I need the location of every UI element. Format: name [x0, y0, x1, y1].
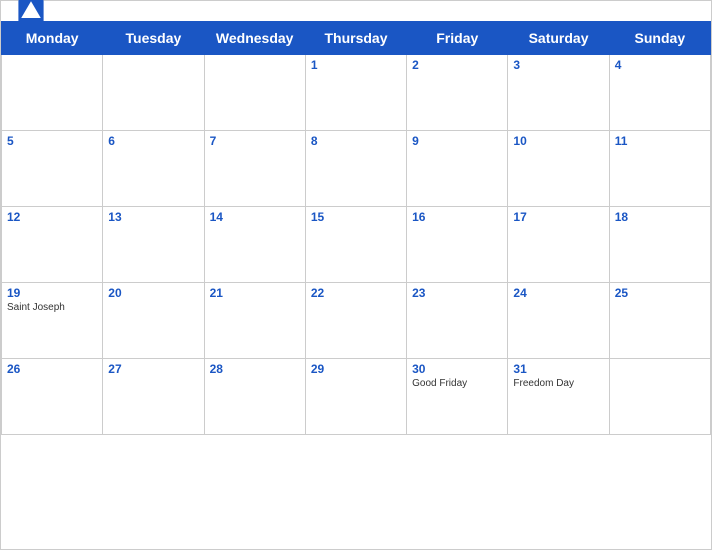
day-number: 14	[210, 210, 300, 224]
week-row-5: 26 27 28 29 30 Good Friday 31 Freedom Day	[2, 359, 711, 435]
day-number: 4	[615, 58, 705, 72]
table-row: 14	[204, 207, 305, 283]
weekday-header-wednesday: Wednesday	[204, 22, 305, 55]
table-row: 12	[2, 207, 103, 283]
day-number: 2	[412, 58, 502, 72]
day-number: 22	[311, 286, 401, 300]
table-row: 31 Freedom Day	[508, 359, 609, 435]
day-event: Freedom Day	[513, 378, 603, 389]
weekday-header-friday: Friday	[407, 22, 508, 55]
day-number: 9	[412, 134, 502, 148]
day-event: Saint Joseph	[7, 302, 97, 313]
table-row: 2	[407, 55, 508, 131]
week-row-4: 19 Saint Joseph 20 21 22 23 24 25	[2, 283, 711, 359]
week-row-2: 56789 10 11	[2, 131, 711, 207]
logo-icon	[17, 0, 45, 25]
day-number: 13	[108, 210, 198, 224]
day-number: 16	[412, 210, 502, 224]
table-row	[609, 359, 710, 435]
day-number: 29	[311, 362, 401, 376]
table-row: 8	[305, 131, 406, 207]
day-number: 15	[311, 210, 401, 224]
day-number: 24	[513, 286, 603, 300]
day-number: 18	[615, 210, 705, 224]
table-row: 19 Saint Joseph	[2, 283, 103, 359]
weekday-header-saturday: Saturday	[508, 22, 609, 55]
table-row: 10	[508, 131, 609, 207]
day-number: 21	[210, 286, 300, 300]
table-row: 6	[103, 131, 204, 207]
logo	[17, 0, 49, 25]
table-row: 27	[103, 359, 204, 435]
table-row: 18	[609, 207, 710, 283]
week-row-1: 1234	[2, 55, 711, 131]
day-number: 28	[210, 362, 300, 376]
day-number: 11	[615, 134, 705, 148]
day-number: 7	[210, 134, 300, 148]
table-row	[2, 55, 103, 131]
table-row: 3	[508, 55, 609, 131]
day-number: 1	[311, 58, 401, 72]
table-row: 23	[407, 283, 508, 359]
day-number: 30	[412, 362, 502, 376]
table-row: 24	[508, 283, 609, 359]
table-row: 9	[407, 131, 508, 207]
table-row: 29	[305, 359, 406, 435]
table-row: 16	[407, 207, 508, 283]
day-number: 20	[108, 286, 198, 300]
table-row: 5	[2, 131, 103, 207]
table-row	[204, 55, 305, 131]
day-number: 5	[7, 134, 97, 148]
day-number: 27	[108, 362, 198, 376]
day-number: 23	[412, 286, 502, 300]
table-row: 26	[2, 359, 103, 435]
calendar-header	[1, 1, 711, 21]
table-row: 21	[204, 283, 305, 359]
table-row: 28	[204, 359, 305, 435]
table-row: 15	[305, 207, 406, 283]
weekday-header-sunday: Sunday	[609, 22, 710, 55]
day-number: 17	[513, 210, 603, 224]
day-number: 6	[108, 134, 198, 148]
day-number: 19	[7, 286, 97, 300]
day-number: 31	[513, 362, 603, 376]
weekday-header-row: MondayTuesdayWednesdayThursdayFridaySatu…	[2, 22, 711, 55]
table-row: 4	[609, 55, 710, 131]
day-event: Good Friday	[412, 378, 502, 389]
calendar-table: MondayTuesdayWednesdayThursdayFridaySatu…	[1, 21, 711, 435]
day-number: 12	[7, 210, 97, 224]
day-number: 8	[311, 134, 401, 148]
table-row	[103, 55, 204, 131]
table-row: 1	[305, 55, 406, 131]
table-row: 20	[103, 283, 204, 359]
calendar-container: MondayTuesdayWednesdayThursdayFridaySatu…	[0, 0, 712, 550]
weekday-header-thursday: Thursday	[305, 22, 406, 55]
day-number: 10	[513, 134, 603, 148]
table-row: 13	[103, 207, 204, 283]
day-number: 25	[615, 286, 705, 300]
table-row: 30 Good Friday	[407, 359, 508, 435]
day-number: 3	[513, 58, 603, 72]
day-number: 26	[7, 362, 97, 376]
table-row: 7	[204, 131, 305, 207]
table-row: 22	[305, 283, 406, 359]
table-row: 17	[508, 207, 609, 283]
weekday-header-tuesday: Tuesday	[103, 22, 204, 55]
weekday-header-monday: Monday	[2, 22, 103, 55]
table-row: 25	[609, 283, 710, 359]
week-row-3: 12 13 14 15 16 17 18	[2, 207, 711, 283]
table-row: 11	[609, 131, 710, 207]
